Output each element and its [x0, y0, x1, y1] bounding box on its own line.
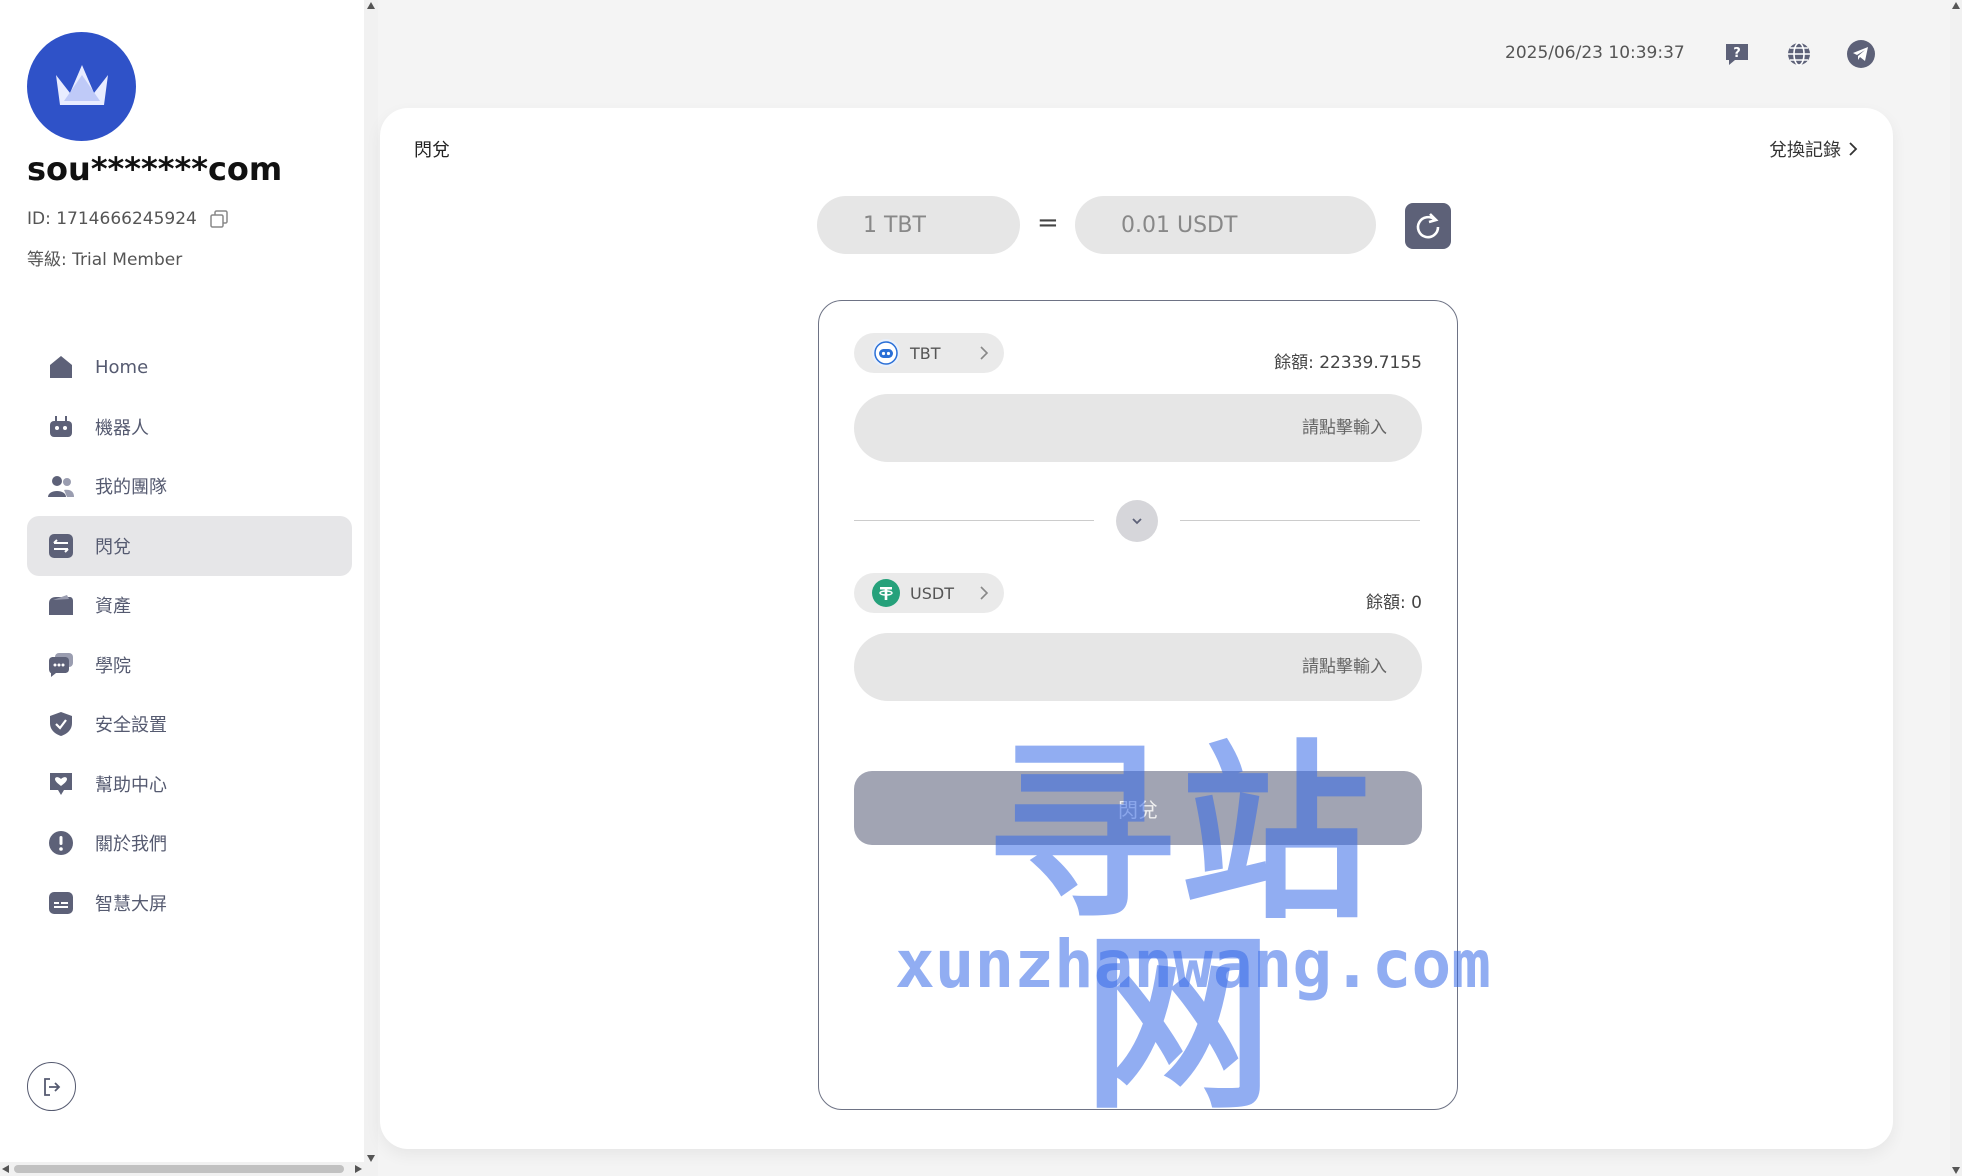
from-amount-input[interactable]	[854, 394, 1422, 462]
sidebar-item-robot[interactable]: 機器人	[27, 397, 352, 457]
divider-right	[1180, 520, 1420, 521]
page-scrollbar[interactable]	[1950, 0, 1962, 1176]
scroll-down-arrow-icon[interactable]	[367, 1155, 375, 1162]
refresh-rate-button[interactable]	[1405, 203, 1451, 249]
sidebar-item-label: 安全設置	[95, 715, 167, 736]
to-token-symbol: USDT	[910, 583, 954, 603]
from-token-symbol: TBT	[910, 343, 941, 363]
scroll-right-arrow-icon[interactable]	[355, 1165, 362, 1173]
sidebar-item-academy[interactable]: 學院	[27, 635, 352, 695]
sidebar-scrollbar[interactable]	[364, 0, 378, 1176]
swap-icon	[47, 532, 75, 560]
swap-submit-button[interactable]: 閃兌	[854, 771, 1422, 845]
to-amount-input[interactable]	[854, 633, 1422, 701]
rate-equals: =	[1037, 208, 1059, 238]
sidebar-item-security[interactable]: 安全設置	[27, 694, 352, 754]
sidebar-item-label: 機器人	[95, 417, 149, 439]
swap-direction-button[interactable]	[1116, 500, 1158, 542]
user-level: 等級: Trial Member	[27, 250, 183, 270]
to-token-selector[interactable]: USDT	[854, 573, 1004, 613]
shield-icon	[47, 710, 75, 738]
help-heart-icon	[47, 770, 75, 798]
sidebar-item-label: 學院	[95, 655, 131, 677]
scroll-up-arrow-icon[interactable]	[1952, 2, 1960, 9]
academy-icon	[47, 651, 75, 679]
sidebar-item-label: 關於我們	[95, 834, 167, 855]
divider-left	[854, 520, 1094, 521]
exchange-history-label: 兌換記錄	[1769, 140, 1841, 161]
from-token-selector[interactable]: TBT	[854, 333, 1004, 373]
wallet-icon	[47, 591, 75, 619]
scroll-down-arrow-icon[interactable]	[1952, 1167, 1960, 1174]
sidebar-item-team[interactable]: 我的團隊	[27, 456, 352, 516]
sidebar: sou*******com ID: 1714666245924 等級: Tria…	[0, 0, 364, 1176]
usdt-coin-icon	[872, 579, 900, 607]
sidebar-item-label: 資產	[95, 596, 131, 617]
telegram-icon[interactable]	[1845, 38, 1877, 70]
chevron-right-icon	[980, 346, 989, 360]
swap-card: 閃兌 兌換記錄 1 TBT = 0.01 USDT TBT 餘額: 22339.…	[380, 108, 1893, 1149]
sidebar-item-label: 智慧大屏	[95, 893, 167, 915]
rate-to: 0.01 USDT	[1075, 196, 1376, 254]
sidebar-item-label: 我的團隊	[95, 477, 167, 498]
chevron-down-icon	[1132, 518, 1142, 525]
screen-icon	[47, 889, 75, 917]
home-icon	[47, 353, 75, 381]
chevron-right-icon	[980, 586, 989, 600]
tbt-coin-icon	[872, 339, 900, 367]
copy-icon[interactable]	[209, 209, 229, 229]
sidebar-item-screen[interactable]: 智慧大屏	[27, 873, 352, 933]
sidebar-nav: Home 機器人 我的團隊 閃兌 資產 學院 安全設置 幫助中心 關於我們 智慧…	[27, 337, 352, 932]
info-icon	[47, 829, 75, 857]
scrollbar-thumb[interactable]	[14, 1165, 344, 1173]
user-id: ID: 1714666245924	[27, 209, 197, 229]
sidebar-item-assets[interactable]: 資產	[27, 575, 352, 635]
scroll-left-arrow-icon[interactable]	[2, 1165, 9, 1173]
exchange-history-link[interactable]: 兌換記錄	[1769, 136, 1859, 162]
robot-icon	[47, 413, 75, 441]
sidebar-item-label: Home	[95, 356, 149, 378]
sidebar-item-label: 閃兌	[95, 536, 131, 558]
crown-icon	[55, 64, 108, 105]
swap-form: TBT 餘額: 22339.7155 USDT 餘額: 0 閃兌	[818, 300, 1458, 1110]
refresh-icon	[1416, 213, 1440, 239]
chevron-right-icon	[1849, 142, 1858, 156]
from-balance: 餘額: 22339.7155	[1274, 353, 1422, 373]
sidebar-item-label: 幫助中心	[95, 774, 167, 796]
datetime: 2025/06/23 10:39:37	[1505, 43, 1685, 63]
scroll-up-arrow-icon[interactable]	[367, 2, 375, 9]
svg-text:?: ?	[1733, 46, 1741, 61]
sidebar-item-about[interactable]: 關於我們	[27, 813, 352, 873]
sidebar-item-swap[interactable]: 閃兌	[27, 515, 352, 576]
sidebar-horizontal-scrollbar[interactable]	[0, 1162, 364, 1176]
avatar[interactable]	[27, 32, 136, 141]
sidebar-item-home[interactable]: Home	[27, 337, 352, 397]
rate-from: 1 TBT	[817, 196, 1020, 254]
user-id-row: ID: 1714666245924	[27, 209, 229, 229]
logout-icon	[43, 1077, 60, 1096]
help-chat-icon[interactable]: ?	[1721, 38, 1753, 70]
username: sou*******com	[27, 150, 283, 188]
globe-icon[interactable]	[1783, 38, 1815, 70]
to-balance: 餘額: 0	[1366, 593, 1422, 613]
sidebar-item-help[interactable]: 幫助中心	[27, 754, 352, 814]
team-icon	[47, 472, 75, 500]
logout-button[interactable]	[27, 1062, 76, 1111]
page-title: 閃兌	[414, 140, 450, 161]
